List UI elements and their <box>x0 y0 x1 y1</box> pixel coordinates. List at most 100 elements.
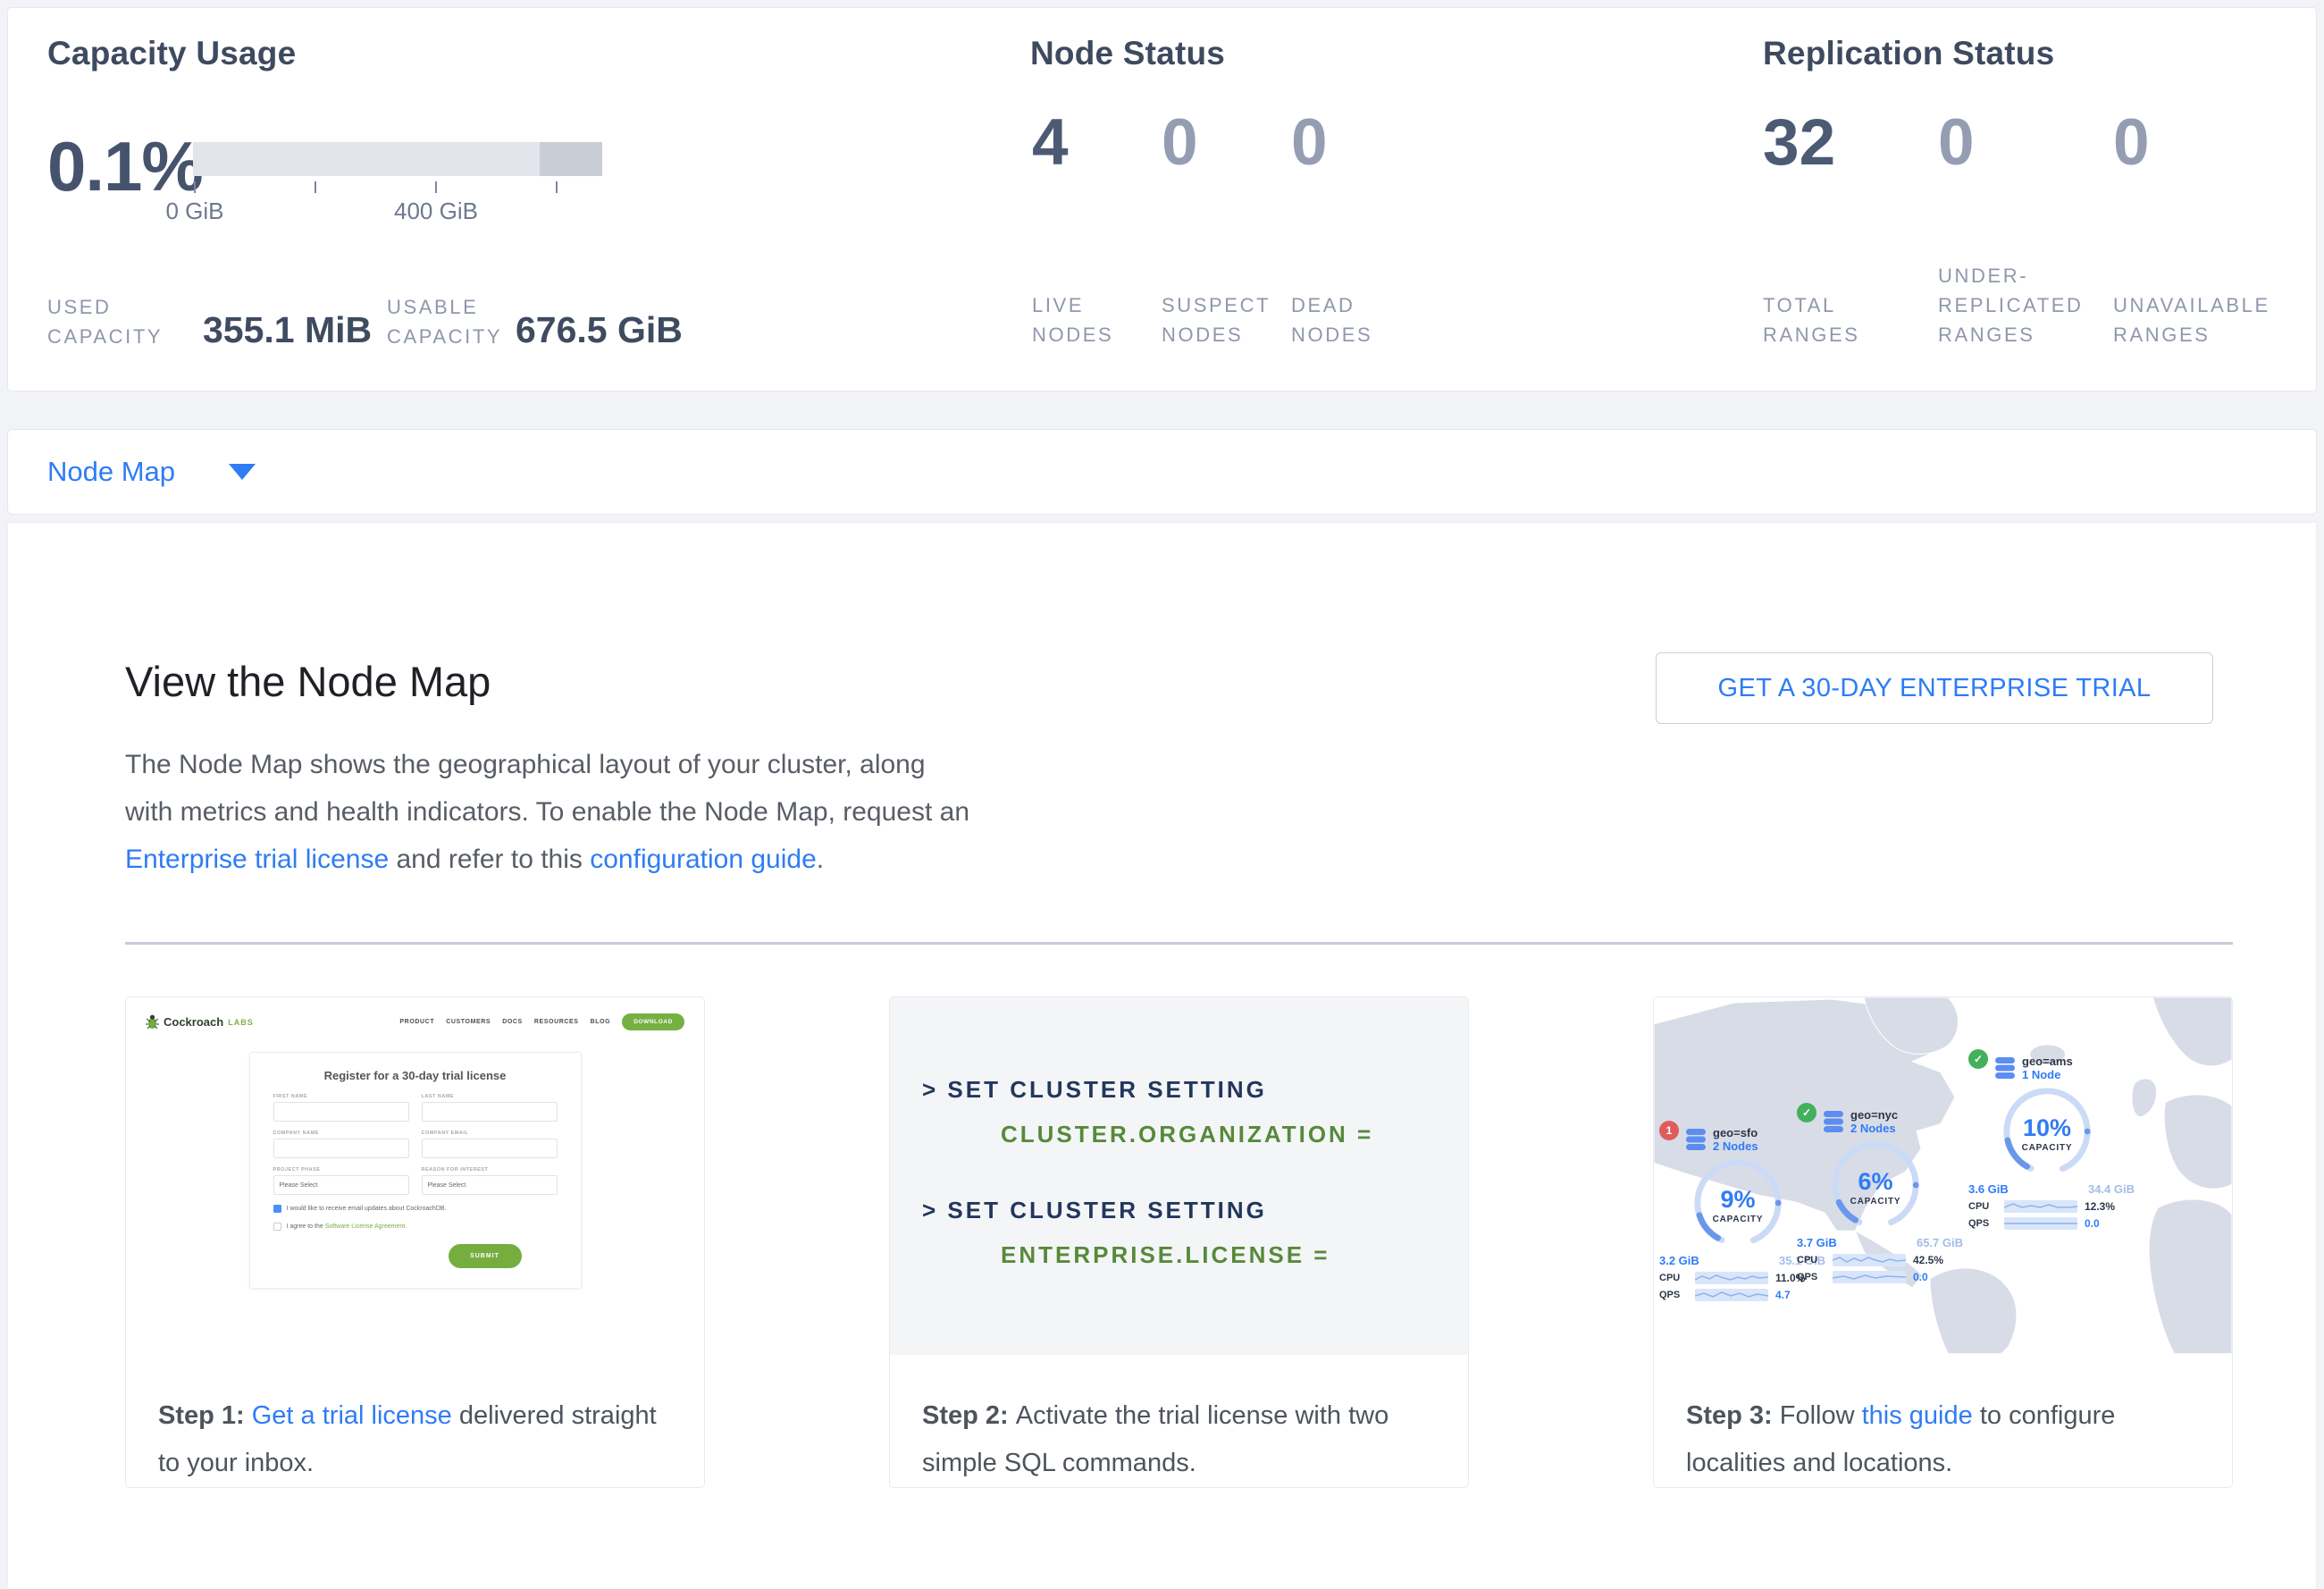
suspect-nodes-label: SUSPECT NODES <box>1162 290 1279 349</box>
axis-tick <box>194 181 196 193</box>
qps-value: 0.0 <box>2085 1217 2100 1230</box>
step2-card: > SET CLUSTER SETTING CLUSTER.ORGANIZATI… <box>889 996 1469 1488</box>
step1-caption: Step 1: Get a trial license delivered st… <box>126 1355 704 1487</box>
checkbox-checked-icon <box>273 1205 281 1213</box>
first-name-field <box>273 1102 409 1122</box>
company-name-field <box>273 1139 409 1158</box>
live-nodes-stat: 4 LIVE NODES <box>1032 108 1150 349</box>
dead-nodes-label: DEAD NODES <box>1291 290 1409 349</box>
capacity-usage-title: Capacity Usage <box>47 35 296 72</box>
brand-suffix: LABS <box>228 1018 254 1027</box>
locality-node-count: 1 Node <box>2022 1068 2073 1081</box>
sql-command: > SET CLUSTER SETTING ENTERPRISE.LICENSE… <box>922 1197 1468 1269</box>
field-label: COMPANY EMAIL <box>422 1131 558 1136</box>
sql-setting-line: ENTERPRISE.LICENSE = <box>922 1241 1468 1269</box>
step3-caption: Step 3: Follow this guide to configure l… <box>1654 1355 2232 1487</box>
unavailable-ranges-stat: 0 UNAVAILABLE RANGES <box>2113 108 2281 349</box>
get-trial-license-link[interactable]: Get a trial license <box>252 1401 452 1430</box>
total-ranges-value: 32 <box>1763 108 1835 178</box>
capacity-total: 65.7 GiB <box>1917 1236 1963 1249</box>
cluster-summary-panel: Capacity Usage 0.1% 0 GiB 400 GiB USED C… <box>7 7 2317 391</box>
intro-paragraph: The Node Map shows the geographical layo… <box>125 741 976 883</box>
unavailable-ranges-value: 0 <box>2113 108 2150 178</box>
thumb-nav-item: PRODUCT <box>399 1019 434 1025</box>
dead-nodes-stat: 0 DEAD NODES <box>1291 108 1409 349</box>
intro-text: The Node Map shows the geographical layo… <box>125 750 969 827</box>
capacity-used: 3.7 GiB <box>1797 1236 1837 1249</box>
database-icon <box>1994 1056 2016 1080</box>
step1-card: Cockroach LABS PRODUCT CUSTOMERS DOCS RE… <box>125 996 705 1488</box>
axis-tick <box>435 181 437 193</box>
capacity-gauge: 6% CAPACITY <box>1827 1137 1924 1233</box>
email-updates-checkbox-row: I would like to receive email updates ab… <box>273 1205 558 1213</box>
get-enterprise-trial-button[interactable]: GET A 30-DAY ENTERPRISE TRIAL <box>1656 652 2213 724</box>
thumb-nav: PRODUCT CUSTOMERS DOCS RESOURCES BLOG DO… <box>399 1013 684 1030</box>
thumb-download-button: DOWNLOAD <box>622 1013 684 1030</box>
step2-caption: Step 2: Activate the trial license with … <box>890 1355 1468 1487</box>
database-icon <box>1685 1128 1707 1151</box>
locality-node-count: 2 Nodes <box>1713 1139 1758 1153</box>
sql-keyword-line: > SET CLUSTER SETTING <box>922 1197 1468 1224</box>
axis-tick-label: 400 GiB <box>365 198 508 225</box>
form-title: Register for a 30-day trial license <box>273 1069 558 1082</box>
node-map-thumbnail: 1 geo=sfo 2 Nodes <box>1654 997 2232 1355</box>
thumb-nav-item: CUSTOMERS <box>446 1019 491 1025</box>
cpu-sparkline <box>1695 1272 1768 1284</box>
locality-node-count: 2 Nodes <box>1850 1122 1898 1135</box>
intro-text: . <box>817 845 824 874</box>
map-locality-ams: ✓ geo=ams 1 Node <box>1968 1056 2156 1230</box>
cpu-value: 12.3% <box>2085 1200 2115 1213</box>
qps-value: 0.0 <box>1913 1271 1928 1283</box>
axis-tick <box>315 181 316 193</box>
locality-name: geo=ams <box>2022 1055 2073 1068</box>
sql-setting-line: CLUSTER.ORGANIZATION = <box>922 1121 1468 1148</box>
usable-capacity-value: 676.5 GiB <box>516 309 683 351</box>
configuration-guide-link[interactable]: configuration guide <box>590 845 817 874</box>
field-label: PROJECT PHASE <box>273 1167 409 1173</box>
under-replicated-ranges-stat: 0 UNDER-REPLICATED RANGES <box>1938 108 2106 349</box>
thumb-nav-item: RESOURCES <box>534 1019 579 1025</box>
qps-sparkline <box>2004 1217 2077 1230</box>
reason-select: Please Select <box>422 1175 558 1195</box>
under-replicated-ranges-label: UNDER-REPLICATED RANGES <box>1938 261 2106 349</box>
capacity-percent-value: 0.1% <box>47 128 203 205</box>
checkbox-label: I would like to receive email updates ab… <box>287 1206 447 1212</box>
node-map-dropdown[interactable]: Node Map <box>7 429 2317 515</box>
used-capacity-label: USED CAPACITY <box>47 292 199 351</box>
section-divider <box>125 942 2233 945</box>
last-name-field <box>422 1102 558 1122</box>
qps-value: 4.7 <box>1775 1289 1791 1301</box>
step3-card: 1 geo=sfo 2 Nodes <box>1653 996 2233 1488</box>
software-license-agreement-link: Software License Agreement. <box>325 1223 407 1230</box>
capacity-gauge: 10% CAPACITY <box>1999 1083 2095 1180</box>
axis-tick <box>556 181 558 193</box>
field-label: FIRST NAME <box>273 1094 409 1099</box>
qps-sparkline <box>1695 1289 1768 1301</box>
thumb-site-header: Cockroach LABS PRODUCT CUSTOMERS DOCS RE… <box>126 997 704 1030</box>
this-guide-link[interactable]: this guide <box>1862 1401 1973 1430</box>
checkbox-label: I agree to the Software License Agreemen… <box>287 1223 407 1230</box>
capacity-gauge: 9% CAPACITY <box>1690 1155 1786 1251</box>
check-badge-icon: ✓ <box>1797 1103 1816 1122</box>
live-nodes-value: 4 <box>1032 108 1069 178</box>
capacity-percent: 10% <box>2023 1114 2071 1141</box>
capacity-used: 3.6 GiB <box>1968 1182 2009 1196</box>
thumb-nav-item: DOCS <box>502 1019 523 1025</box>
brand-name: Cockroach <box>164 1015 223 1029</box>
node-status-title: Node Status <box>1030 35 1225 72</box>
cockroach-bug-icon <box>146 1014 159 1030</box>
map-locality-nyc: ✓ geo=nyc 2 Nodes <box>1797 1110 1984 1283</box>
company-email-field <box>422 1139 558 1158</box>
thumb-nav-item: BLOG <box>591 1019 611 1025</box>
unavailable-ranges-label: UNAVAILABLE RANGES <box>2113 290 2281 349</box>
capacity-bar-reserved-segment <box>540 142 602 176</box>
qps-sparkline <box>1833 1271 1906 1283</box>
trial-register-form: Register for a 30-day trial license FIRS… <box>249 1052 582 1289</box>
live-nodes-label: LIVE NODES <box>1032 290 1150 349</box>
total-ranges-stat: 32 TOTAL RANGES <box>1763 108 1881 349</box>
field-label: REASON FOR INTEREST <box>422 1167 558 1173</box>
trial-license-form-thumbnail: Cockroach LABS PRODUCT CUSTOMERS DOCS RE… <box>126 997 704 1355</box>
sql-commands-thumbnail: > SET CLUSTER SETTING CLUSTER.ORGANIZATI… <box>890 997 1468 1355</box>
capacity-percent: 6% <box>1858 1168 1892 1195</box>
enterprise-trial-license-link[interactable]: Enterprise trial license <box>125 845 389 874</box>
